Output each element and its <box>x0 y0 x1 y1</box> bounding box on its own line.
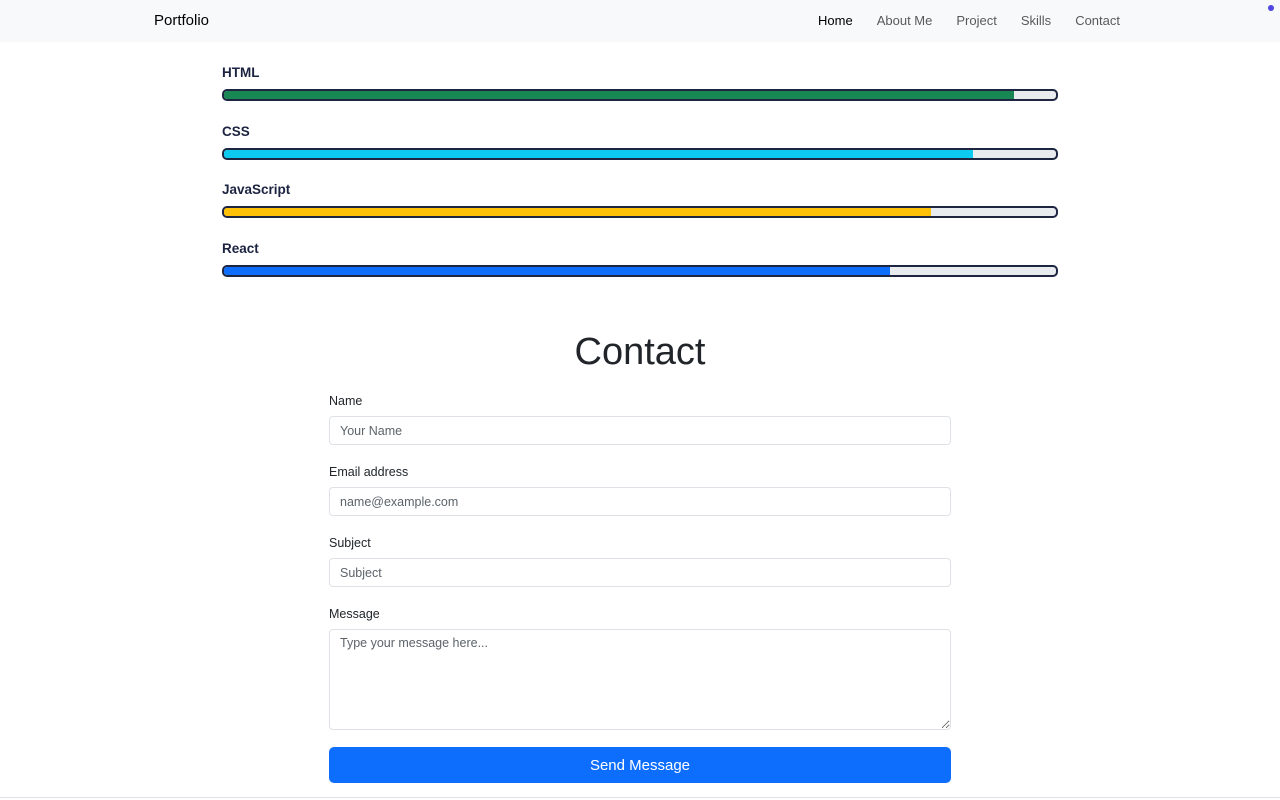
progress-bar <box>222 89 1058 101</box>
nav-link-project[interactable]: Project <box>956 13 996 28</box>
email-input[interactable] <box>329 487 951 516</box>
progress-fill <box>224 91 1015 99</box>
nav-link-about[interactable]: About Me <box>877 13 933 28</box>
subject-group: Subject <box>329 536 951 587</box>
skill-item: HTML <box>222 64 1058 123</box>
name-label: Name <box>329 394 363 408</box>
brand-link[interactable]: Portfolio <box>154 12 209 29</box>
message-textarea[interactable] <box>329 629 951 730</box>
skill-name: JavaScript <box>222 182 291 197</box>
nav-link-contact[interactable]: Contact <box>1075 13 1120 28</box>
progress-bar <box>222 206 1058 218</box>
nav-links: Home About Me Project Skills Contact <box>794 13 1120 28</box>
skill-item: React <box>222 240 1058 299</box>
navbar: Portfolio Home About Me Project Skills C… <box>0 0 1280 42</box>
indicator-dot <box>1268 5 1274 11</box>
skill-item: CSS <box>222 123 1058 182</box>
skill-name: HTML <box>222 65 260 80</box>
skill-item: JavaScript <box>222 181 1058 240</box>
message-group: Message <box>329 607 951 735</box>
progress-bar <box>222 147 1058 160</box>
name-group: Name <box>329 394 951 445</box>
progress-fill <box>224 266 890 275</box>
email-group: Email address <box>329 465 951 516</box>
skills-section: HTML CSS JavaScript React <box>222 64 1058 298</box>
subject-input[interactable] <box>329 558 951 587</box>
divider <box>0 797 1280 798</box>
skill-name: React <box>222 240 259 256</box>
progress-fill <box>224 208 932 216</box>
skill-name: CSS <box>222 123 250 139</box>
send-message-button[interactable]: Send Message <box>329 747 951 783</box>
contact-form: Name Email address Subject Message Send … <box>329 394 951 783</box>
nav-link-home[interactable]: Home <box>818 13 853 28</box>
progress-bar <box>222 264 1058 277</box>
email-label: Email address <box>329 465 409 479</box>
subject-label: Subject <box>329 536 371 550</box>
nav-link-skills[interactable]: Skills <box>1021 13 1051 28</box>
contact-title: Contact <box>574 331 706 373</box>
message-label: Message <box>329 607 380 621</box>
name-input[interactable] <box>329 416 951 445</box>
progress-fill <box>224 149 973 158</box>
